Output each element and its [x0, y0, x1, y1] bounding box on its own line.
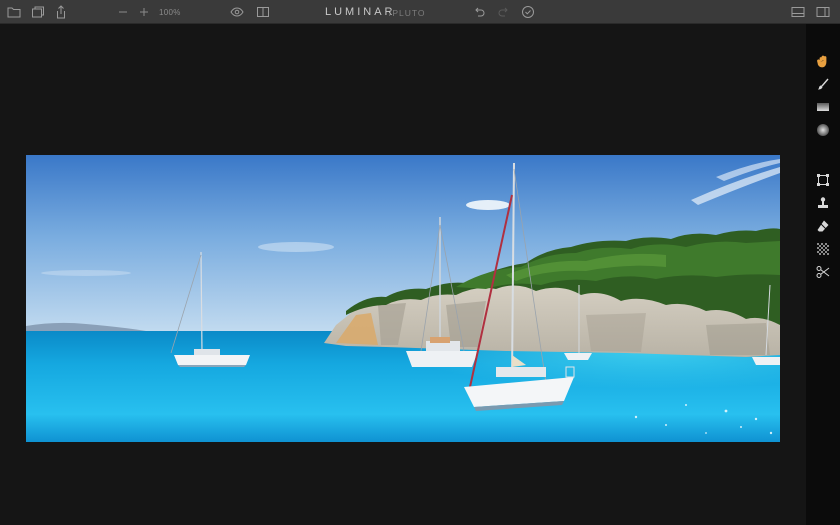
brush-icon[interactable]	[815, 76, 831, 92]
zoom-out-icon[interactable]	[115, 4, 131, 20]
undo-icon[interactable]	[471, 4, 487, 20]
app-title: LUMINAR	[325, 6, 396, 18]
tools-panel	[806, 24, 840, 525]
gradient-icon[interactable]	[815, 99, 831, 115]
photo-preview[interactable]	[26, 155, 780, 442]
redo-icon[interactable]	[496, 4, 512, 20]
zoom-level[interactable]: 100%	[159, 8, 181, 17]
history-check-icon[interactable]	[520, 4, 536, 20]
compare-split-icon[interactable]	[255, 4, 271, 20]
layout-filmstrip-icon[interactable]	[815, 4, 831, 20]
top-toolbar: 100% LUMINAR /PLUTO	[0, 0, 840, 24]
scissors-icon[interactable]	[815, 264, 831, 280]
folder-icon[interactable]	[6, 4, 22, 20]
app-subtitle: /PLUTO	[389, 8, 426, 18]
photo-image	[26, 155, 780, 442]
hand-icon[interactable]	[815, 53, 831, 69]
layout-panel-icon[interactable]	[790, 4, 806, 20]
image-canvas[interactable]	[0, 24, 806, 525]
layers-icon[interactable]	[30, 4, 46, 20]
radial-mask-icon[interactable]	[815, 122, 831, 138]
crop-icon[interactable]	[815, 172, 831, 188]
eraser-icon[interactable]	[815, 218, 831, 234]
share-icon[interactable]	[53, 4, 69, 20]
eye-preview-icon[interactable]	[229, 4, 245, 20]
stamp-icon[interactable]	[815, 195, 831, 211]
noise-icon[interactable]	[815, 241, 831, 257]
zoom-in-icon[interactable]	[136, 4, 152, 20]
